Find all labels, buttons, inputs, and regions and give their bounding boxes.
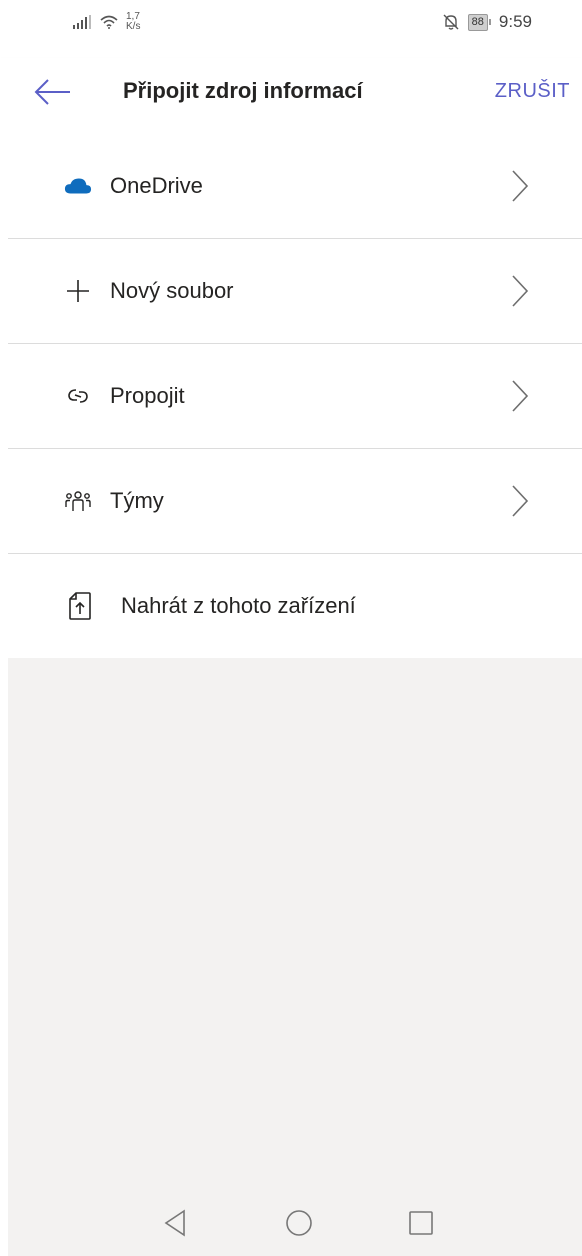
arrow-left-icon xyxy=(34,79,70,105)
link-icon xyxy=(64,382,92,410)
header: Připojit zdroj informací ZRUŠIT xyxy=(0,58,582,135)
upload-file-icon xyxy=(66,592,94,620)
source-menu-list: OneDrive Nový soubor Propojit Týmy Nahrá… xyxy=(0,134,582,659)
chevron-right-icon xyxy=(512,485,529,517)
signal-icon xyxy=(73,15,91,29)
teams-people-icon xyxy=(64,487,92,515)
plus-icon xyxy=(64,277,92,305)
menu-item-label: Nahrát z tohoto zařízení xyxy=(121,593,356,618)
menu-item-onedrive[interactable]: OneDrive xyxy=(8,134,582,239)
menu-item-label: Propojit xyxy=(110,383,185,408)
battery-indicator: 88 xyxy=(467,13,491,31)
chevron-right-icon xyxy=(512,170,529,202)
nav-recent-icon[interactable] xyxy=(404,1206,438,1240)
chevron-right-icon xyxy=(512,380,529,412)
nav-back-icon[interactable] xyxy=(158,1206,192,1240)
clock: 9:59 xyxy=(498,12,532,31)
back-button[interactable] xyxy=(30,74,74,110)
wifi-icon xyxy=(100,15,118,29)
menu-item-upload[interactable]: Nahrát z tohoto zařízení xyxy=(8,554,582,659)
status-left: 1,7 K/s xyxy=(72,12,140,32)
page-title: Připojit zdroj informací xyxy=(123,78,363,103)
battery-level: 88 xyxy=(467,13,488,31)
cancel-button[interactable]: ZRUŠIT xyxy=(495,76,570,106)
menu-item-label: Nový soubor xyxy=(110,278,234,303)
status-bar: 1,7 K/s 88 9:59 xyxy=(0,0,582,48)
nav-home-icon[interactable] xyxy=(282,1206,316,1240)
menu-item-new-file[interactable]: Nový soubor xyxy=(8,239,582,344)
empty-area xyxy=(8,658,582,1190)
menu-item-label: Týmy xyxy=(110,488,164,513)
chevron-right-icon xyxy=(512,275,529,307)
menu-item-link[interactable]: Propojit xyxy=(8,344,582,449)
network-speed: 1,7 K/s xyxy=(126,12,140,32)
network-speed-unit: K/s xyxy=(126,21,141,32)
onedrive-cloud-icon xyxy=(64,172,92,200)
screen: 1,7 K/s 88 9:59 Připojit zdroj informací… xyxy=(0,0,582,1256)
menu-item-label: OneDrive xyxy=(110,173,203,198)
navigation-bar xyxy=(8,1190,582,1256)
menu-item-teams[interactable]: Týmy xyxy=(8,449,582,554)
bell-off-icon xyxy=(443,14,459,30)
status-right: 88 9:59 xyxy=(442,12,532,32)
battery-tip xyxy=(488,19,491,25)
